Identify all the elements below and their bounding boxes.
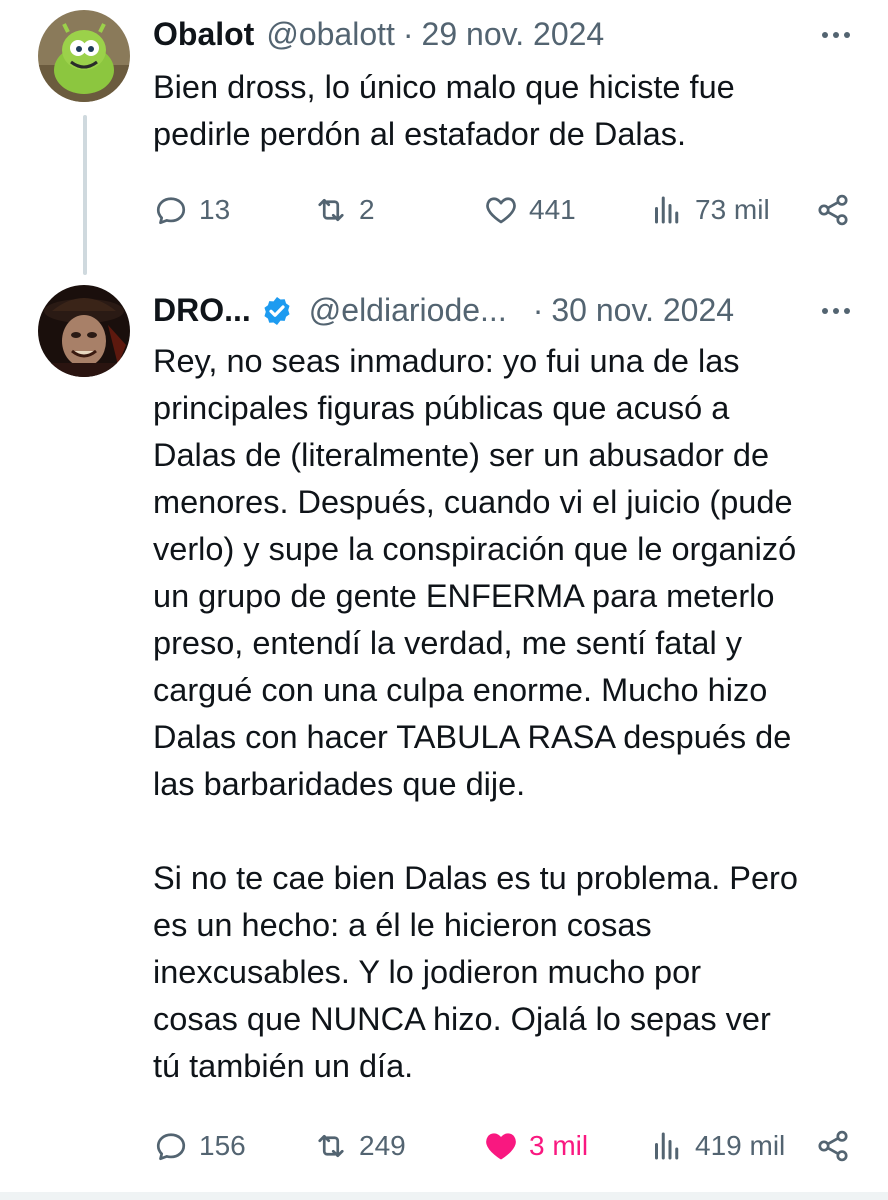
avatar[interactable]	[38, 10, 130, 102]
retweet-button[interactable]: 2	[313, 187, 375, 233]
like-button[interactable]: 3 mil	[483, 1123, 588, 1169]
tweet-text: Rey, no seas inmaduro: yo fui una de las…	[153, 343, 798, 1084]
author-handle[interactable]: @eldiariode...	[309, 292, 507, 329]
more-icon[interactable]	[822, 296, 850, 326]
share-button[interactable]	[815, 1123, 851, 1169]
views-button[interactable]: 419 mil	[649, 1123, 785, 1169]
author-name[interactable]: DRO...	[153, 292, 251, 329]
retweet-icon	[318, 1134, 344, 1158]
views-icon	[655, 196, 679, 224]
verified-badge-icon	[264, 296, 290, 325]
reply-button[interactable]: 13	[153, 187, 230, 233]
tweet-dross[interactable]: DRO... @eldiariode... · 30 nov. 2024 Rey…	[0, 280, 888, 1192]
separator-dot: ·	[402, 16, 414, 52]
avatar[interactable]	[38, 285, 130, 377]
share-icon	[818, 1130, 848, 1162]
action-bar: 156 249 3 mil 419 mil	[153, 1123, 858, 1169]
separator-dot: ·	[532, 292, 544, 328]
like-count: 3 mil	[529, 1130, 589, 1161]
reply-count: 13	[199, 194, 231, 225]
retweet-count: 249	[359, 1130, 406, 1161]
retweet-icon	[318, 198, 344, 222]
tweet-obalot[interactable]: Obalot @obalott · 29 nov. 2024 Bien dros…	[0, 0, 888, 280]
retweet-button[interactable]: 249	[313, 1123, 406, 1169]
reply-icon	[156, 1133, 186, 1161]
bottom-divider	[0, 1192, 888, 1200]
tweet-text: Bien dross, lo único malo que hiciste fu…	[153, 69, 735, 152]
views-button[interactable]: 73 mil	[649, 187, 770, 233]
views-count: 73 mil	[695, 194, 770, 225]
more-icon[interactable]	[822, 20, 850, 50]
author-name[interactable]: Obalot	[153, 16, 254, 53]
like-icon	[486, 197, 516, 224]
share-icon	[818, 194, 848, 226]
author-handle[interactable]: @obalott	[266, 16, 395, 53]
views-icon	[655, 1132, 679, 1160]
share-button[interactable]	[815, 187, 851, 233]
action-bar: 13 2 441 73 mil	[153, 187, 858, 233]
tweet-header: DRO... @eldiariode... · 30 nov. 2024	[153, 292, 888, 329]
like-button[interactable]: 441	[483, 187, 576, 233]
like-count: 441	[529, 194, 576, 225]
retweet-count: 2	[359, 194, 375, 225]
reply-count: 156	[199, 1130, 246, 1161]
views-count: 419 mil	[695, 1130, 786, 1161]
reply-icon	[156, 197, 186, 225]
like-icon	[486, 1133, 516, 1160]
tweet-date[interactable]: 30 nov. 2024	[551, 292, 734, 329]
reply-button[interactable]: 156	[153, 1123, 246, 1169]
tweet-date[interactable]: 29 nov. 2024	[422, 16, 605, 53]
tweet-header: Obalot @obalott · 29 nov. 2024	[153, 16, 888, 53]
